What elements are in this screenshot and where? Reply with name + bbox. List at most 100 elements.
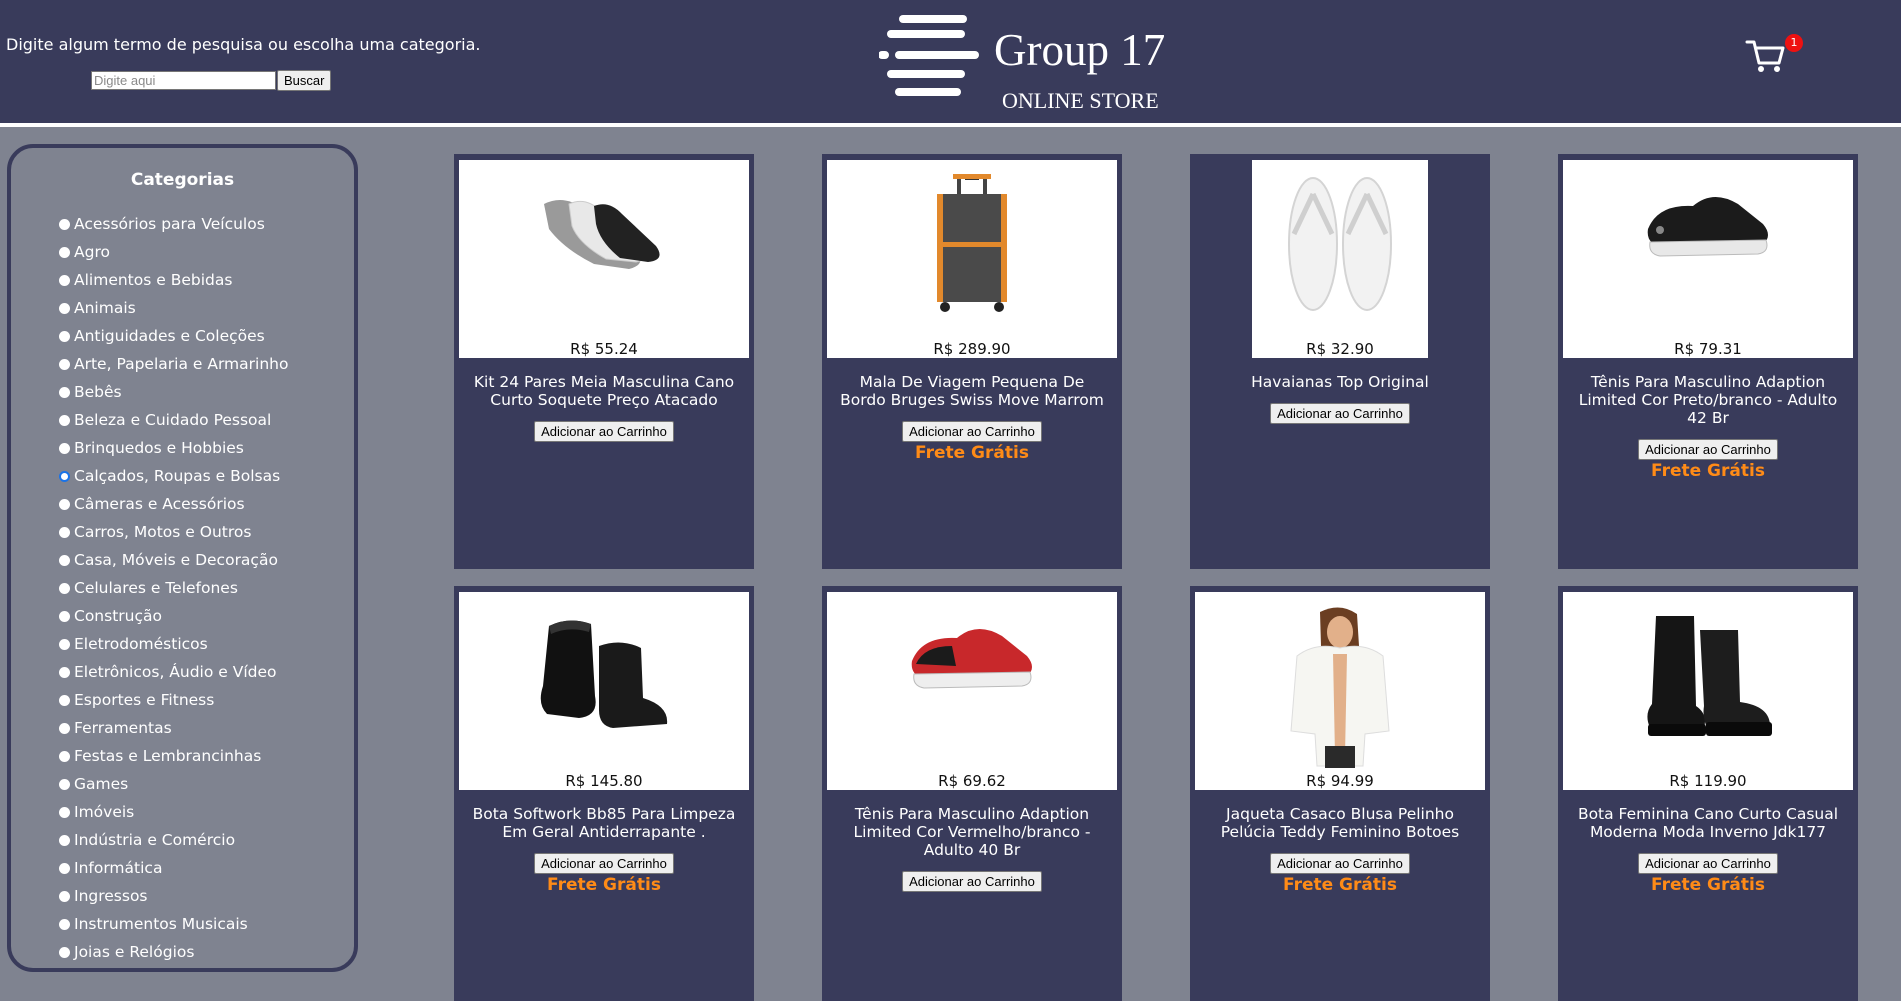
category-item[interactable]: Ferramentas xyxy=(59,714,288,742)
product-image[interactable]: R$ 94.99 xyxy=(1195,592,1485,790)
category-radio[interactable] xyxy=(59,414,70,426)
product-card[interactable]: R$ 79.31 Tênis Para Masculino Adaption Li… xyxy=(1558,154,1858,569)
free-shipping-label: Frete Grátis xyxy=(547,875,661,895)
add-to-cart-button[interactable]: Adicionar ao Carrinho xyxy=(902,871,1042,892)
category-radio[interactable] xyxy=(59,862,70,874)
search-button[interactable]: Buscar xyxy=(277,70,332,91)
product-image[interactable]: R$ 55.24 xyxy=(459,160,749,358)
header: Digite algum termo de pesquisa ou escolh… xyxy=(0,0,1901,127)
category-item[interactable]: Eletrônicos, Áudio e Vídeo xyxy=(59,658,288,686)
category-item[interactable]: Esportes e Fitness xyxy=(59,686,288,714)
category-item[interactable]: Câmeras e Acessórios xyxy=(59,490,288,518)
category-radio[interactable] xyxy=(59,638,70,650)
product-card[interactable]: R$ 69.62 Tênis Para Masculino Adaption Li… xyxy=(822,586,1122,1001)
category-radio[interactable] xyxy=(59,610,70,622)
product-price: R$ 32.90 xyxy=(1306,340,1374,358)
category-item[interactable]: Celulares e Telefones xyxy=(59,574,288,602)
product-card[interactable]: R$ 145.80 Bota Softwork Bb85 Para Limpeza… xyxy=(454,586,754,1001)
category-radio[interactable] xyxy=(59,890,70,902)
category-radio[interactable] xyxy=(59,722,70,734)
category-item[interactable]: Indústria e Comércio xyxy=(59,826,288,854)
add-to-cart-button[interactable]: Adicionar ao Carrinho xyxy=(534,421,674,442)
product-title: Kit 24 Pares Meia Masculina Cano Curto S… xyxy=(473,373,735,409)
category-item[interactable]: Casa, Móveis e Decoração xyxy=(59,546,288,574)
category-radio[interactable] xyxy=(59,302,70,314)
category-radio[interactable] xyxy=(59,666,70,678)
search-input[interactable] xyxy=(91,71,276,90)
category-item[interactable]: Acessórios para Veículos xyxy=(59,210,288,238)
product-card[interactable]: R$ 32.90 Havaianas Top Original Adicionar … xyxy=(1190,154,1490,569)
category-label: Celulares e Telefones xyxy=(74,579,238,597)
category-item[interactable]: Alimentos e Bebidas xyxy=(59,266,288,294)
category-item[interactable]: Carros, Motos e Outros xyxy=(59,518,288,546)
add-to-cart-button[interactable]: Adicionar ao Carrinho xyxy=(1270,853,1410,874)
product-card[interactable]: R$ 94.99 Jaqueta Casaco Blusa Pelinho Pel… xyxy=(1190,586,1490,1001)
category-item[interactable]: Informática xyxy=(59,854,288,882)
category-radio[interactable] xyxy=(59,582,70,594)
category-label: Calçados, Roupas e Bolsas xyxy=(74,467,281,485)
category-radio[interactable] xyxy=(59,470,70,482)
category-radio[interactable] xyxy=(59,946,70,958)
category-radio[interactable] xyxy=(59,218,70,230)
category-radio[interactable] xyxy=(59,386,70,398)
add-to-cart-button[interactable]: Adicionar ao Carrinho xyxy=(1638,853,1778,874)
product-price: R$ 79.31 xyxy=(1674,340,1742,358)
category-item[interactable]: Beleza e Cuidado Pessoal xyxy=(59,406,288,434)
category-item[interactable]: Games xyxy=(59,770,288,798)
category-label: Câmeras e Acessórios xyxy=(74,495,245,513)
category-radio[interactable] xyxy=(59,526,70,538)
add-to-cart-button[interactable]: Adicionar ao Carrinho xyxy=(902,421,1042,442)
category-radio[interactable] xyxy=(59,554,70,566)
category-radio[interactable] xyxy=(59,442,70,454)
category-item[interactable]: Calçados, Roupas e Bolsas xyxy=(59,462,288,490)
category-item[interactable]: Ingressos xyxy=(59,882,288,910)
product-price: R$ 289.90 xyxy=(933,340,1011,358)
category-radio[interactable] xyxy=(59,330,70,342)
add-to-cart-button[interactable]: Adicionar ao Carrinho xyxy=(1270,403,1410,424)
category-label: Indústria e Comércio xyxy=(74,831,236,849)
product-title: Havaianas Top Original xyxy=(1251,373,1429,391)
category-radio[interactable] xyxy=(59,778,70,790)
category-label: Agro xyxy=(74,243,110,261)
category-item[interactable]: Joias e Relógios xyxy=(59,938,288,966)
category-item[interactable]: Animais xyxy=(59,294,288,322)
free-shipping-label: Frete Grátis xyxy=(1283,875,1397,895)
category-label: Eletrodomésticos xyxy=(74,635,208,653)
category-radio[interactable] xyxy=(59,274,70,286)
category-radio[interactable] xyxy=(59,498,70,510)
category-item[interactable]: Imóveis xyxy=(59,798,288,826)
category-label: Antiguidades e Coleções xyxy=(74,327,265,345)
category-item[interactable]: Construção xyxy=(59,602,288,630)
category-item[interactable]: Brinquedos e Hobbies xyxy=(59,434,288,462)
add-to-cart-button[interactable]: Adicionar ao Carrinho xyxy=(534,853,674,874)
category-item[interactable]: Festas e Lembrancinhas xyxy=(59,742,288,770)
category-label: Bebês xyxy=(74,383,122,401)
category-label: Acessórios para Veículos xyxy=(74,215,265,233)
add-to-cart-button[interactable]: Adicionar ao Carrinho xyxy=(1638,439,1778,460)
cart-count-badge: 1 xyxy=(1785,34,1803,52)
product-card[interactable]: R$ 289.90 Mala De Viagem Pequena De Bordo… xyxy=(822,154,1122,569)
product-image[interactable]: R$ 145.80 xyxy=(459,592,749,790)
product-card[interactable]: R$ 119.90 Bota Feminina Cano Curto Casual… xyxy=(1558,586,1858,1001)
category-radio[interactable] xyxy=(59,834,70,846)
category-radio[interactable] xyxy=(59,358,70,370)
category-radio[interactable] xyxy=(59,750,70,762)
category-radio[interactable] xyxy=(59,694,70,706)
product-image[interactable]: R$ 79.31 xyxy=(1563,160,1853,358)
product-image[interactable]: R$ 119.90 xyxy=(1563,592,1853,790)
category-item[interactable]: Arte, Papelaria e Armarinho xyxy=(59,350,288,378)
category-radio[interactable] xyxy=(59,918,70,930)
category-item[interactable]: Eletrodomésticos xyxy=(59,630,288,658)
category-radio[interactable] xyxy=(59,806,70,818)
product-image[interactable]: R$ 69.62 xyxy=(827,592,1117,790)
free-shipping-label: Frete Grátis xyxy=(915,443,1029,463)
category-item[interactable]: Instrumentos Musicais xyxy=(59,910,288,938)
category-item[interactable]: Antiguidades e Coleções xyxy=(59,322,288,350)
category-item[interactable]: Agro xyxy=(59,238,288,266)
product-card[interactable]: R$ 55.24 Kit 24 Pares Meia Masculina Cano… xyxy=(454,154,754,569)
product-image[interactable]: R$ 289.90 xyxy=(827,160,1117,358)
category-label: Construção xyxy=(74,607,162,625)
category-radio[interactable] xyxy=(59,246,70,258)
category-item[interactable]: Bebês xyxy=(59,378,288,406)
product-image[interactable]: R$ 32.90 xyxy=(1252,160,1428,358)
